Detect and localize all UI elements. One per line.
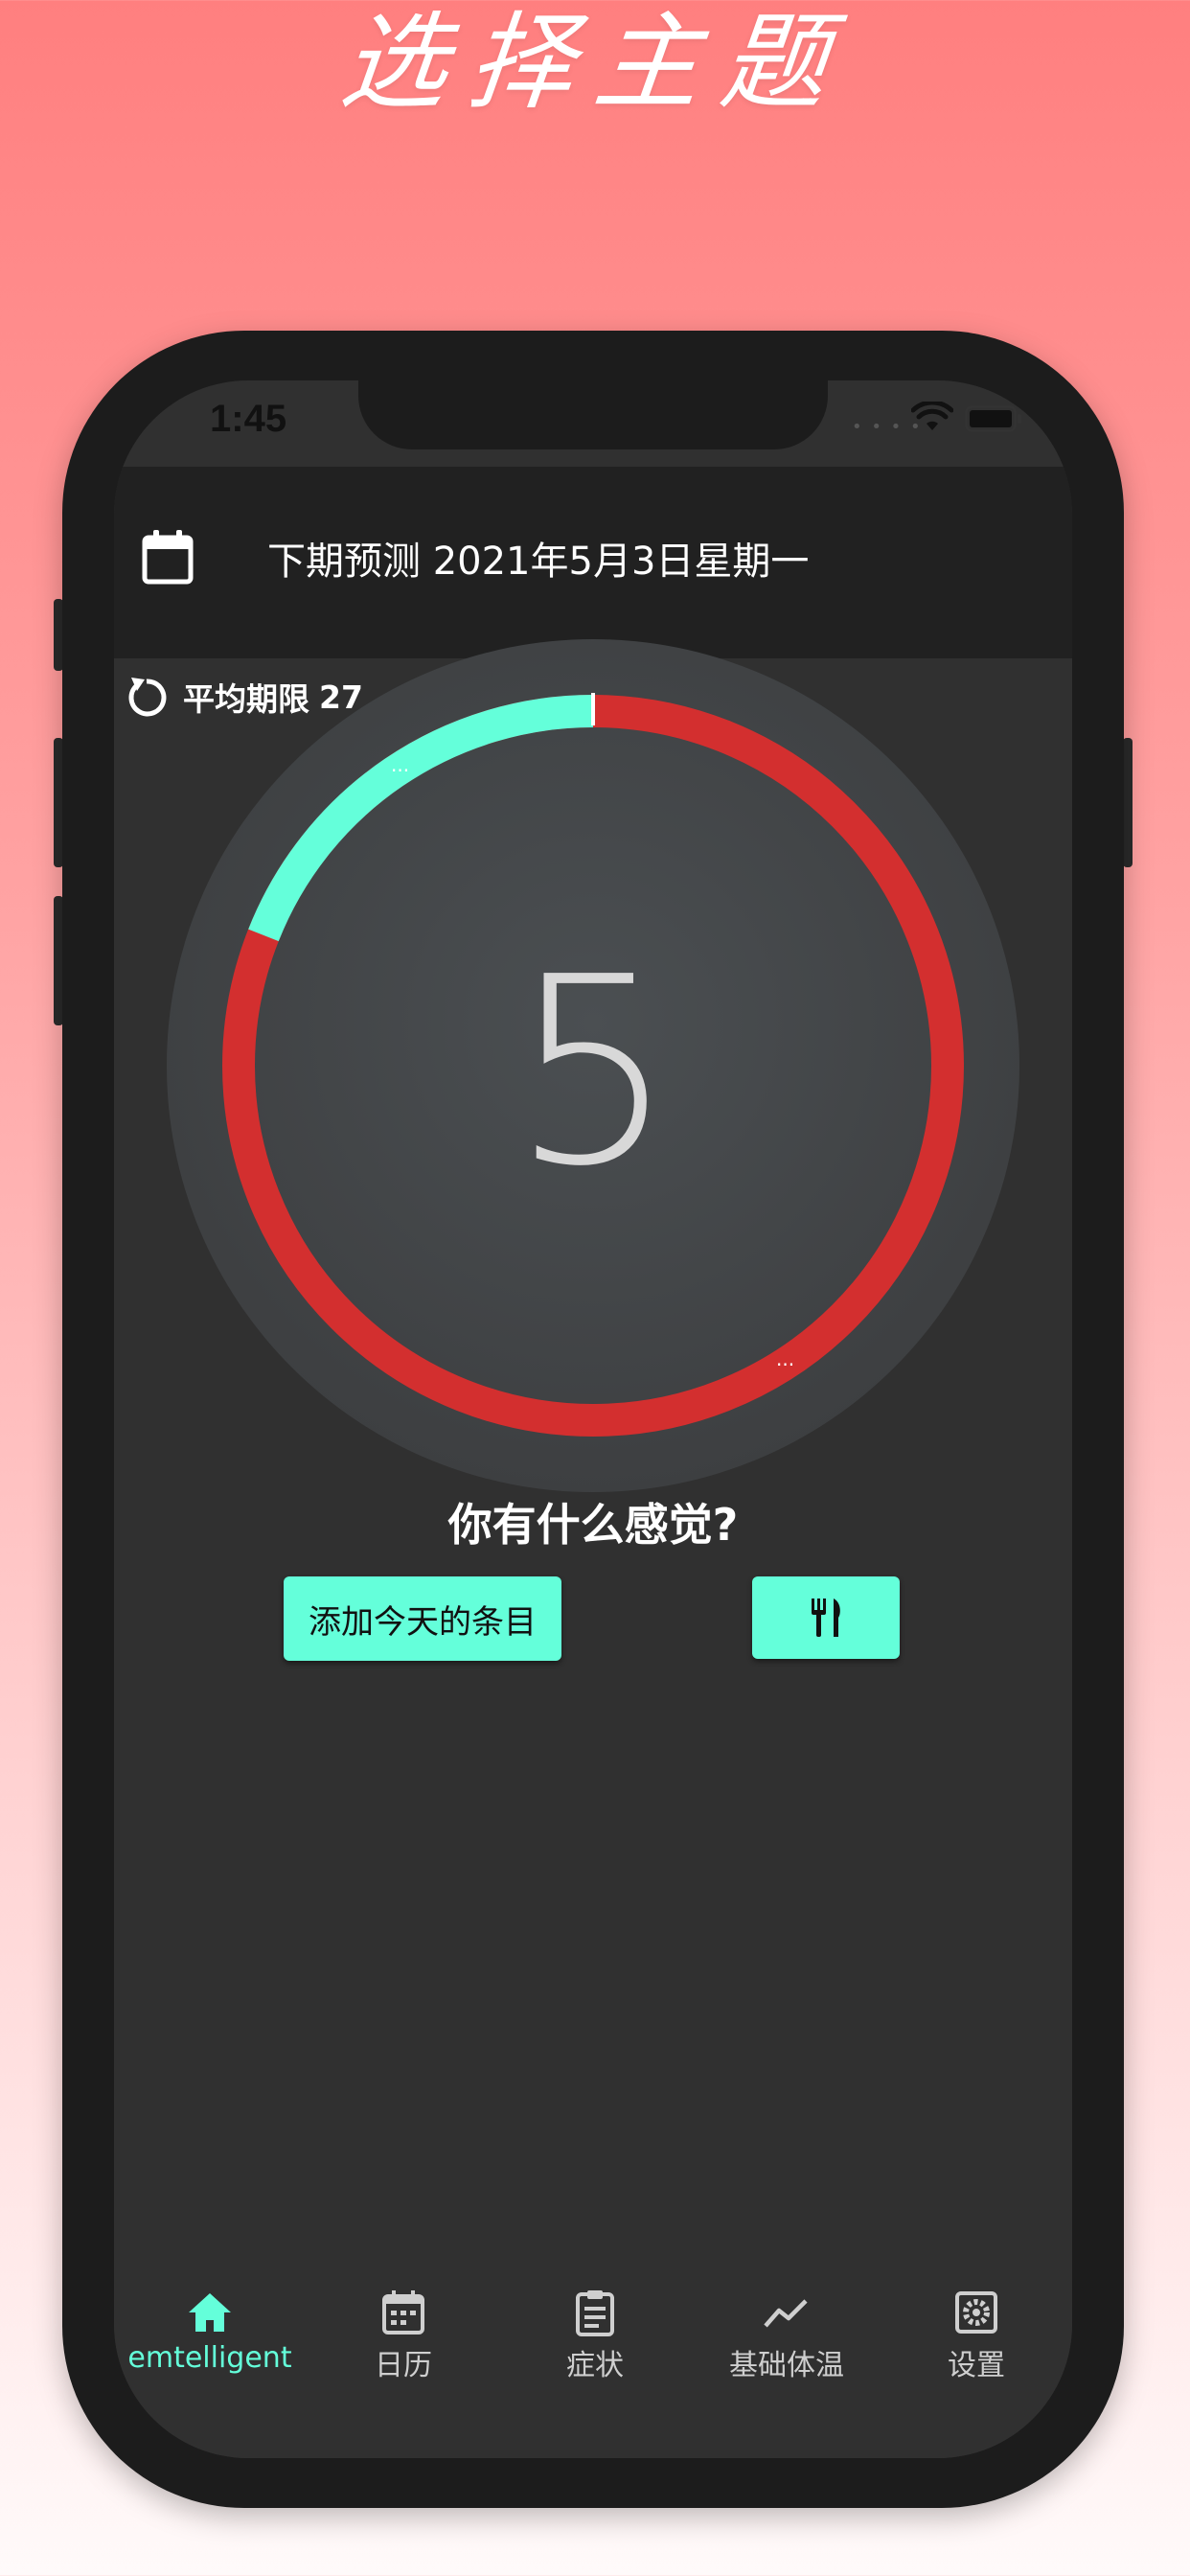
battery-icon [965,405,1021,432]
calendar-icon[interactable] [141,528,195,586]
refresh-icon [128,678,167,717]
wifi-icon [911,402,953,430]
average-period: 平均期限 27 [124,658,363,735]
settings-icon [955,2291,997,2334]
cycle-ring: ··· ··· 5 [167,639,1019,1492]
average-period-value: 27 [319,678,363,716]
add-today-entry-button[interactable]: 添加今天的条目 [284,1576,561,1661]
phone-power-button [1123,738,1133,867]
status-time: 1:45 [210,398,287,440]
tab-settings[interactable]: 设置 [881,2288,1072,2383]
notch [358,380,828,449]
app-screen: 1:45 • • • • 下期预测 2021年5月3日星期一 ··· ··· 5… [114,380,1072,2458]
tab-symptoms-label: 症状 [566,2349,624,2382]
cycle-start-marker [591,693,595,725]
tab-basal-temperature-label: 基础体温 [729,2349,844,2382]
cycle-ring-svg: ··· ··· 5 [167,639,1019,1492]
calendar-icon [382,2290,424,2334]
bottom-tab-bar: emtelligent 日历 症状 基础体温 设置 [114,2266,1072,2458]
average-period-label: 平均期限 [183,680,309,718]
tab-home[interactable]: emtelligent [114,2288,306,2375]
promo-title: 选择主题 [335,1,855,124]
trend-icon [764,2299,808,2328]
next-period-prediction: 下期预测 2021年5月3日星期一 [267,540,810,584]
status-bar: 1:45 • • • • [114,380,1072,467]
phone-frame: 1:45 • • • • 下期预测 2021年5月3日星期一 ··· ··· 5… [62,331,1124,2508]
tab-settings-label: 设置 [948,2349,1005,2382]
clipboard-icon [576,2290,614,2336]
app-bar: 下期预测 2021年5月3日星期一 [114,467,1072,658]
tab-symptoms[interactable]: 症状 [499,2288,691,2383]
meal-button[interactable] [752,1576,900,1659]
tab-calendar-label: 日历 [375,2349,432,2382]
feeling-question: 你有什么感觉? [447,1499,739,1551]
tab-calendar[interactable]: 日历 [308,2288,499,2383]
remaining-dots-marker: ··· [776,1353,794,1376]
utensils-icon [812,1598,840,1637]
tab-basal-temperature[interactable]: 基础体温 [691,2288,882,2383]
progress-dots-marker: ··· [391,759,409,782]
home-icon [189,2293,231,2332]
cycle-day-number: 5 [511,921,675,1223]
tab-home-label: emtelligent [127,2341,292,2375]
